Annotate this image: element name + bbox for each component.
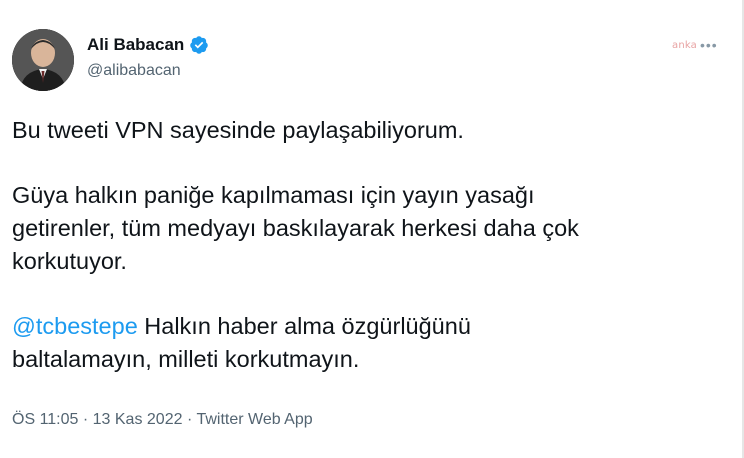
tweet-para3-line2: baltalamayın, milleti korkutmayın. bbox=[12, 346, 360, 372]
tweet-line-1: Bu tweeti VPN sayesinde paylaşabiliyorum… bbox=[12, 117, 464, 143]
watermark-text: anka bbox=[672, 40, 698, 51]
author-handle[interactable]: @alibabacan bbox=[87, 62, 181, 80]
tweet-card: Ali Babacan @alibabacan anka ••• Bu twee… bbox=[0, 0, 744, 458]
tweet-time[interactable]: ÖS 11:05 bbox=[12, 411, 78, 428]
more-options-icon[interactable]: ••• bbox=[700, 37, 718, 53]
tweet-para3-line1: @tcbestepe Halkın haber alma özgürlüğünü bbox=[12, 310, 722, 343]
tweet-para2-line3: korkutuyor. bbox=[12, 248, 127, 274]
mention-link[interactable]: @tcbestepe bbox=[12, 313, 138, 339]
tweet-date[interactable]: 13 Kas 2022 bbox=[93, 411, 183, 428]
author-name-row: Ali Babacan bbox=[87, 35, 209, 55]
meta-separator: · bbox=[182, 411, 197, 428]
verified-badge-icon bbox=[189, 35, 209, 55]
tweet-para2-line1: Güya halkın paniğe kapılmaması için yayı… bbox=[12, 182, 535, 208]
avatar[interactable] bbox=[12, 29, 74, 91]
profile-photo-icon bbox=[12, 29, 74, 91]
tweet-para2-line2: getirenler, tüm medyayı baskılayarak her… bbox=[12, 215, 579, 241]
tweet-source: Twitter Web App bbox=[196, 411, 313, 428]
tweet-metadata: ÖS 11:05 · 13 Kas 2022 · Twitter Web App bbox=[12, 411, 313, 429]
tweet-text: Bu tweeti VPN sayesinde paylaşabiliyorum… bbox=[12, 114, 722, 376]
meta-separator: · bbox=[78, 411, 93, 428]
author-display-name[interactable]: Ali Babacan bbox=[87, 35, 184, 55]
tweet-para3-text: Halkın haber alma özgürlüğünü bbox=[137, 313, 471, 339]
